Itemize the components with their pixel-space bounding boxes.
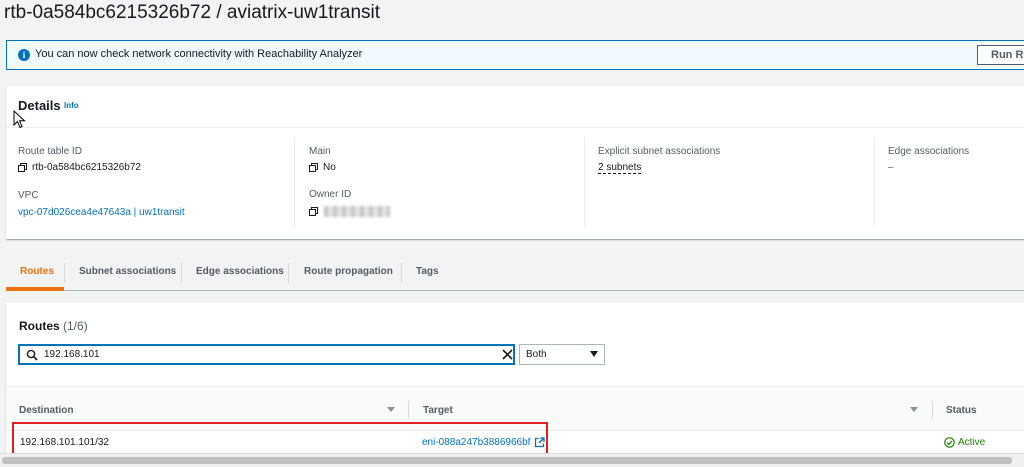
routes-panel: Routes (1/6) Both Destination Target Sta… — [6, 303, 1024, 467]
details-info-link[interactable]: Info — [64, 101, 79, 110]
tab-routes[interactable]: Routes — [20, 263, 54, 283]
tab-tags[interactable]: Tags — [416, 263, 439, 283]
tab-separator — [288, 263, 289, 283]
tab-bar: Routes Subnet associations Edge associat… — [6, 255, 1024, 291]
table-header — [6, 386, 1024, 430]
copy-icon[interactable] — [309, 163, 318, 172]
explicit-subnet-value[interactable]: 2 subnets — [598, 162, 642, 174]
edge-associations-value: – — [888, 162, 894, 173]
column-target[interactable]: Target — [423, 405, 453, 416]
active-tab-indicator — [6, 287, 64, 291]
copy-icon[interactable] — [309, 207, 318, 216]
page-title: rtb-0a584bc6215326b72 / aviatrix-uw1tran… — [4, 2, 381, 23]
vpc-link[interactable]: vpc-07d026cea4e47643a | uw1transit — [18, 207, 185, 218]
route-status: Active — [958, 437, 986, 448]
sort-down-icon[interactable] — [910, 407, 918, 412]
row-divider — [6, 430, 1024, 431]
owner-id-label: Owner ID — [309, 189, 352, 200]
details-header: Details Info — [6, 86, 1024, 128]
route-target-link[interactable]: eni-088a247b3886966bf — [422, 437, 530, 448]
column-divider — [932, 401, 933, 419]
tab-separator — [64, 263, 65, 283]
column-divider — [584, 137, 585, 227]
column-divider — [408, 401, 409, 419]
banner-message: You can now check network connectivity w… — [35, 48, 363, 60]
owner-id-redacted — [324, 206, 390, 217]
clear-search-icon[interactable] — [501, 348, 514, 361]
routes-count: (1/6) — [63, 319, 88, 333]
main-value: No — [323, 162, 336, 173]
vpc-label: VPC — [18, 190, 39, 201]
column-status[interactable]: Status — [946, 405, 977, 416]
tab-edge-associations[interactable]: Edge associations — [196, 263, 284, 283]
column-divider — [294, 137, 295, 227]
copy-icon[interactable] — [18, 163, 27, 172]
caret-down-icon — [590, 351, 598, 357]
details-panel: Details Info Route table ID rtb-0a584bc6… — [6, 85, 1024, 239]
route-table-id-value: rtb-0a584bc6215326b72 — [32, 162, 141, 173]
tab-subnet-associations[interactable]: Subnet associations — [79, 263, 176, 283]
info-banner: i You can now check network connectivity… — [6, 40, 1024, 70]
info-icon: i — [18, 49, 30, 61]
route-table-id-label: Route table ID — [18, 146, 82, 157]
column-destination[interactable]: Destination — [19, 405, 73, 416]
association-filter-select[interactable]: Both — [519, 344, 605, 365]
filter-value: Both — [526, 349, 547, 360]
routes-title: Routes (1/6) — [19, 319, 88, 333]
scrollbar-thumb[interactable] — [2, 457, 1012, 464]
main-label: Main — [309, 146, 331, 157]
horizontal-scrollbar[interactable] — [0, 453, 1024, 467]
tab-separator — [401, 263, 402, 283]
route-search-box[interactable] — [18, 344, 515, 365]
tab-separator — [181, 263, 182, 283]
column-divider — [874, 137, 875, 227]
status-ok-icon — [944, 437, 955, 448]
route-search-input[interactable] — [44, 347, 484, 362]
edge-associations-label: Edge associations — [888, 146, 970, 157]
explicit-subnet-label: Explicit subnet associations — [598, 146, 721, 157]
sort-down-icon[interactable] — [387, 407, 395, 412]
routes-title-text: Routes — [19, 319, 60, 333]
search-icon — [26, 349, 38, 361]
route-destination: 192.168.101.101/32 — [20, 437, 109, 448]
external-link-icon[interactable] — [534, 437, 545, 448]
run-reachability-analyzer-button[interactable]: Run Reachability Analyzer — [977, 45, 1024, 65]
mouse-cursor-icon — [13, 110, 26, 129]
tab-route-propagation[interactable]: Route propagation — [304, 263, 393, 283]
